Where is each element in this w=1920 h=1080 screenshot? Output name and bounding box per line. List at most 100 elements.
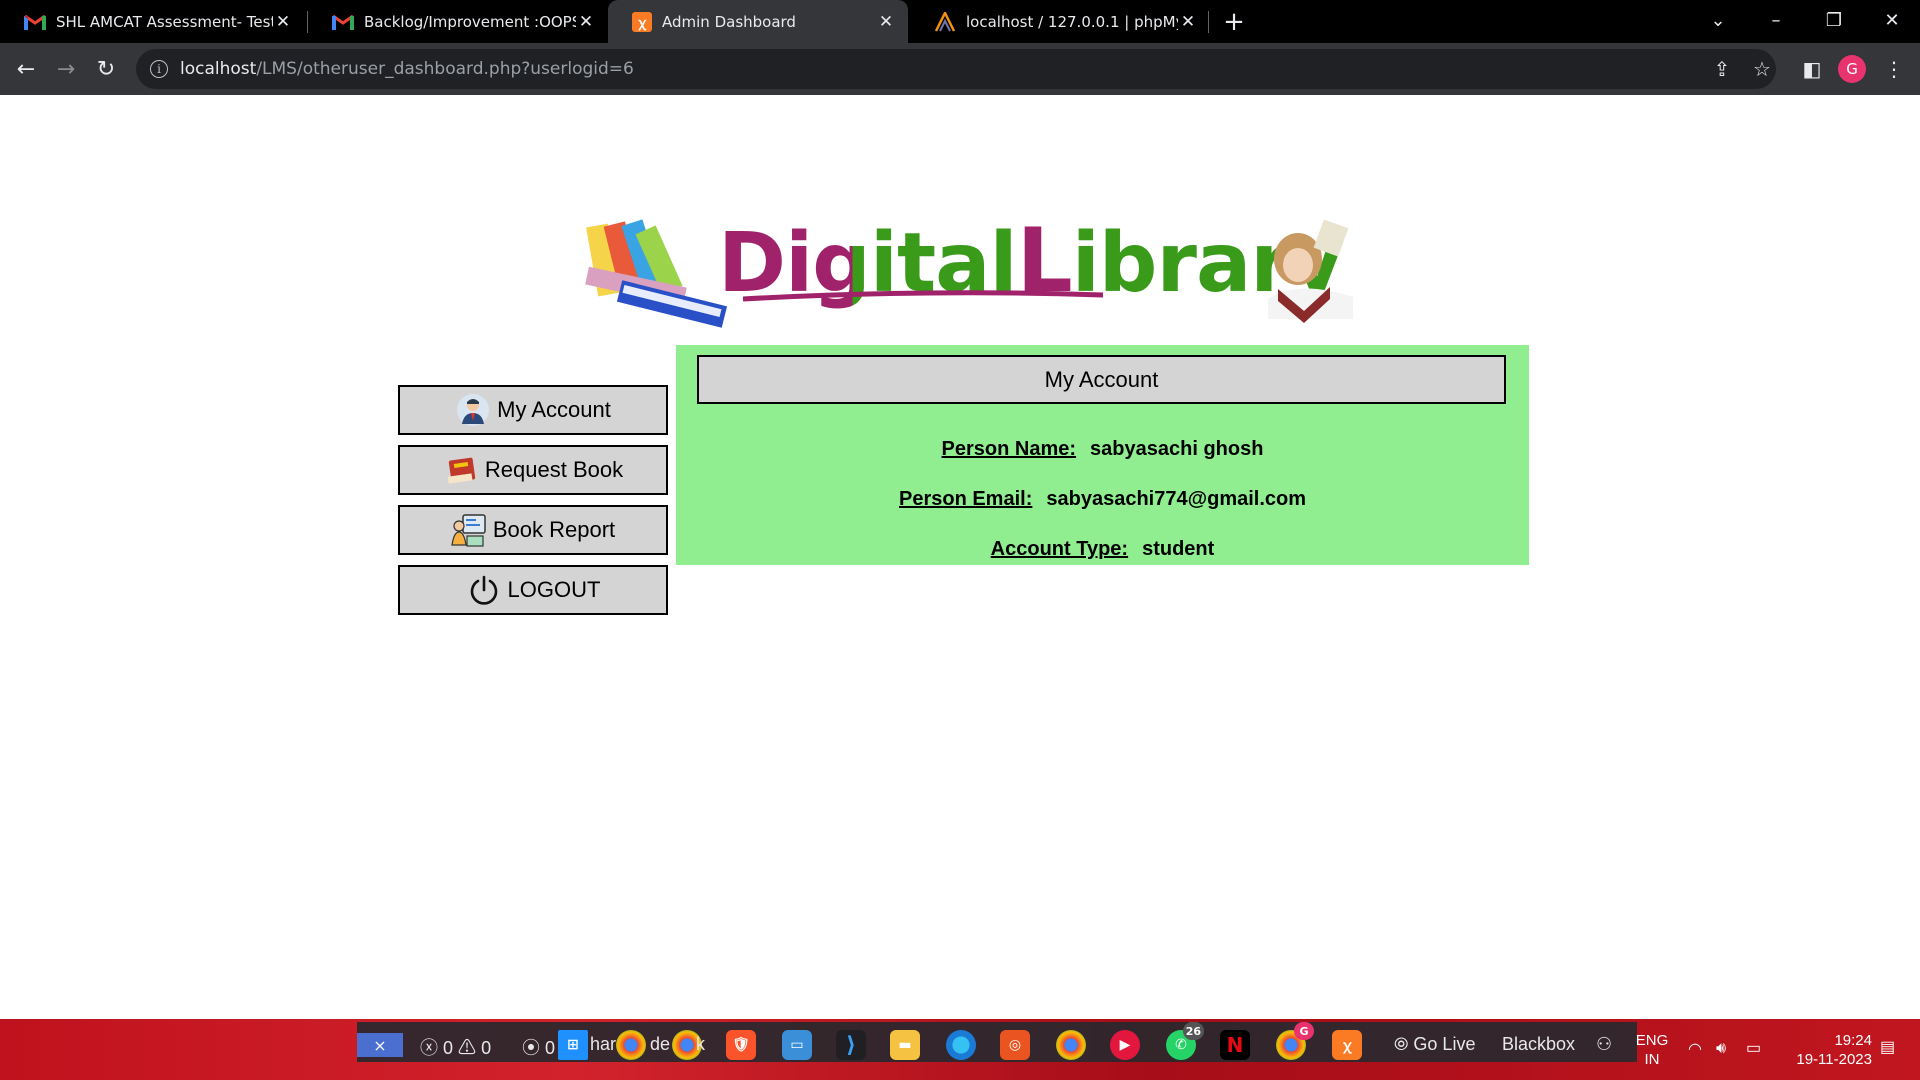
partial-text-1: har <box>590 1034 617 1054</box>
tab-title: Admin Dashboard <box>662 12 796 31</box>
phpmyadmin-icon <box>934 9 956 32</box>
go-live-status[interactable]: ⦾ Go Live <box>1394 1034 1475 1055</box>
lang-bottom: IN <box>1644 1051 1660 1068</box>
profile-avatar[interactable]: G <box>1838 55 1866 83</box>
error-count: 0 <box>443 1038 454 1058</box>
new-tab-button[interactable]: + <box>1218 6 1250 38</box>
tablet-app-icon[interactable]: ▭ <box>782 1030 812 1060</box>
chrome-icon[interactable] <box>616 1030 646 1060</box>
tab-admin-dashboard[interactable]: ꭓ Admin Dashboard ✕ <box>608 0 908 43</box>
sidebar-item-label: LOGOUT <box>507 577 601 602</box>
partial-text-3: k <box>696 1034 705 1054</box>
tab-search-chevron-icon[interactable]: ⌄ <box>1690 0 1746 40</box>
file-explorer-icon[interactable]: ▬ <box>890 1030 920 1060</box>
windows-start-icon[interactable]: ⊞ <box>558 1030 588 1060</box>
ubuntu-icon[interactable]: ◎ <box>1000 1030 1030 1060</box>
lang-top: ENG <box>1635 1032 1669 1049</box>
error-circle-icon: ⓧ <box>420 1038 438 1058</box>
close-icon[interactable]: ✕ <box>1178 12 1198 32</box>
book-icon <box>443 452 479 488</box>
vscode-icon[interactable]: ⟩ <box>836 1030 866 1060</box>
ports-count: 0 <box>545 1038 556 1058</box>
chrome-icon-2[interactable] <box>1056 1030 1086 1060</box>
logo-swoosh <box>743 290 1103 302</box>
close-icon[interactable]: ✕ <box>273 12 293 32</box>
my-account-button[interactable]: My Account <box>398 385 668 435</box>
vscode-status-ports[interactable]: ⦿ 0 <box>522 1034 555 1060</box>
whatsapp-icon[interactable]: ✆ 26 <box>1166 1022 1204 1060</box>
forward-arrow-icon[interactable]: → <box>48 51 84 87</box>
logout-button[interactable]: LOGOUT <box>398 565 668 615</box>
account-panel: My Account Person Name: sabyasachi ghosh … <box>676 345 1529 565</box>
tab-title: localhost / 127.0.0.1 | phpMyAd <box>966 12 1178 31</box>
chrome-active-icon[interactable]: G <box>1276 1022 1314 1060</box>
volume-icon[interactable]: 🔊︎ <box>1716 1039 1726 1058</box>
field-label: Account Type: <box>990 538 1129 560</box>
tab-separator <box>1208 11 1209 33</box>
sidebar-item-label: Request Book <box>484 457 624 482</box>
clock[interactable]: 19:24 19-11-2023 <box>1782 1031 1872 1069</box>
tab-shl-amcat[interactable]: SHL AMCAT Assessment- Test Lo ✕ <box>0 0 305 43</box>
reading-girl-icon <box>1268 219 1353 323</box>
bookmark-star-icon[interactable]: ☆ <box>1746 53 1778 85</box>
remote-connection-icon[interactable]: ⨯ <box>357 1033 403 1057</box>
share-icon[interactable]: ⇪ <box>1706 53 1738 85</box>
edge-icon[interactable] <box>946 1030 976 1060</box>
blackbox-status[interactable]: Blackbox <box>1502 1034 1575 1055</box>
user-avatar-icon <box>455 392 491 428</box>
brave-icon[interactable]: 🛡 <box>726 1030 756 1060</box>
accounts-icon[interactable]: ⚇ <box>1596 1034 1612 1055</box>
sidebar-item-label: My Account <box>497 397 611 422</box>
book-report-button[interactable]: Book Report <box>398 505 668 555</box>
menu-kebab-icon[interactable]: ⋮ <box>1878 53 1910 85</box>
warning-icon: ⚠ <box>458 1038 477 1058</box>
report-icon <box>451 512 487 548</box>
gmail-icon <box>24 14 46 30</box>
request-book-button[interactable]: Request Book <box>398 445 668 495</box>
wifi-icon[interactable]: ◠ <box>1688 1040 1702 1059</box>
minimize-icon[interactable]: – <box>1748 0 1804 40</box>
warning-count: 0 <box>481 1038 492 1058</box>
close-icon[interactable]: ✕ <box>876 12 896 32</box>
person-email-row: Person Email: sabyasachi774@gmail.com <box>676 488 1529 511</box>
close-icon[interactable]: ✕ <box>576 12 596 32</box>
partial-text-2: de <box>650 1034 671 1054</box>
page-content: DigitalLibrary My Account Request Book B… <box>0 95 1920 1019</box>
tab-phpmyadmin[interactable]: localhost / 127.0.0.1 | phpMyAd ✕ <box>910 0 1210 43</box>
panel-title: My Account <box>697 355 1506 404</box>
date-text: 19-11-2023 <box>1796 1051 1872 1068</box>
side-panel-icon[interactable]: ◧ <box>1796 53 1828 85</box>
time-text: 19:24 <box>1834 1032 1872 1049</box>
site-info-icon[interactable]: i <box>150 60 168 78</box>
field-label: Person Email: <box>898 488 1033 510</box>
window-close-icon[interactable]: ✕ <box>1864 0 1920 40</box>
gmail-icon <box>332 14 354 30</box>
tab-backlog[interactable]: Backlog/Improvement :OOPS - 2 ✕ <box>308 0 608 43</box>
xampp-icon: ꭓ <box>632 11 652 32</box>
account-type-row: Account Type: student <box>676 538 1529 561</box>
netflix-icon[interactable]: N <box>1220 1030 1250 1060</box>
field-value: student <box>1142 538 1215 560</box>
url-path: /LMS/otheruser_dashboard.php?userlogid=6 <box>256 59 634 79</box>
restore-icon[interactable]: ❐ <box>1806 0 1862 40</box>
field-value: sabyasachi ghosh <box>1090 438 1264 460</box>
tab-strip: SHL AMCAT Assessment- Test Lo ✕ Backlog/… <box>0 0 1920 43</box>
browser-toolbar: ← → ↻ i localhost/LMS/otheruser_dashboar… <box>0 43 1920 95</box>
field-value: sabyasachi774@gmail.com <box>1046 488 1307 510</box>
books-stack-icon <box>585 219 728 328</box>
back-arrow-icon[interactable]: ← <box>8 51 44 87</box>
notification-icon[interactable]: ▤ <box>1880 1038 1895 1057</box>
broadcast-icon: ⦿ <box>522 1038 540 1058</box>
field-label: Person Name: <box>941 438 1077 460</box>
vscode-status-problems[interactable]: ⓧ 0 ⚠ 0 <box>420 1034 491 1060</box>
sidebar-item-label: Book Report <box>492 517 616 542</box>
battery-icon[interactable]: ▭ <box>1746 1039 1761 1058</box>
person-name-row: Person Name: sabyasachi ghosh <box>676 438 1529 461</box>
notification-badge: 26 <box>1182 1022 1204 1040</box>
address-bar[interactable]: i localhost/LMS/otheruser_dashboard.php?… <box>136 49 1776 89</box>
xampp-taskbar-icon[interactable]: ꭓ <box>1332 1030 1362 1060</box>
language-indicator[interactable]: ENG IN <box>1632 1031 1672 1069</box>
reload-icon[interactable]: ↻ <box>88 51 124 87</box>
profile-badge: G <box>1294 1022 1314 1040</box>
media-player-icon[interactable]: ▶ <box>1110 1030 1140 1060</box>
